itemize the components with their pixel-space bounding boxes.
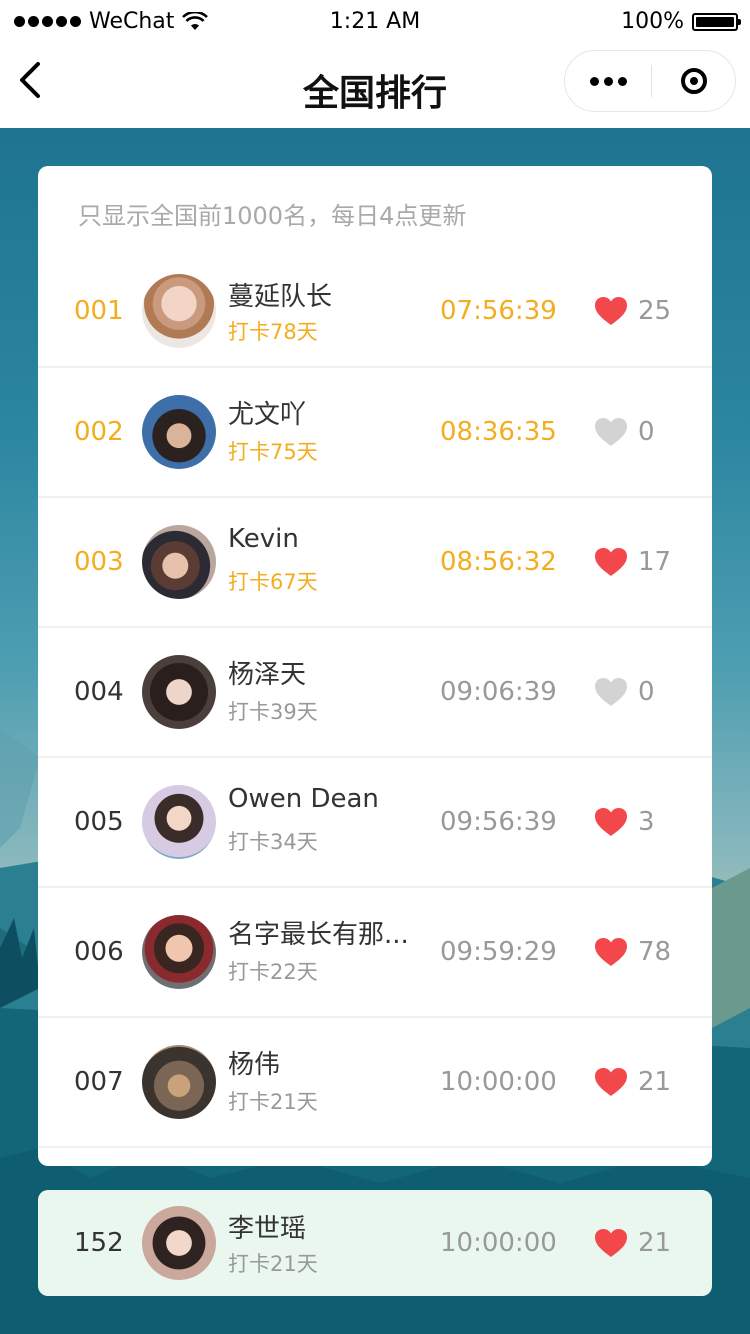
ranking-card: 只显示全国前1000名，每日4点更新 001 蔓延队长 打卡78天 07:56:… [38, 166, 712, 1166]
ranking-row[interactable]: 002 尤文吖 打卡75天 08:36:35 0 [38, 368, 712, 498]
user-name: 李世瑶 [228, 1214, 307, 1244]
rank-number: 007 [74, 1067, 124, 1097]
ranking-row[interactable]: 003 Kevin 打卡67天 08:56:32 17 [38, 498, 712, 628]
close-miniprogram-button[interactable] [652, 51, 736, 111]
status-bar: WeChat 1:21 AM 100% [0, 0, 750, 46]
ranking-row[interactable]: 007 杨伟 打卡21天 10:00:00 21 [38, 1018, 712, 1148]
checkin-days: 打卡75天 [228, 440, 318, 464]
avatar[interactable] [142, 525, 216, 599]
like-button[interactable]: 25 [594, 296, 671, 326]
like-count: 0 [638, 417, 655, 447]
checkin-time: 10:00:00 [440, 1067, 557, 1097]
user-name: Kevin [228, 524, 299, 554]
checkin-time: 09:06:39 [440, 677, 557, 707]
like-count: 78 [638, 937, 672, 967]
ranking-row[interactable]: 001 蔓延队长 打卡78天 07:56:39 25 [38, 256, 712, 368]
user-name: 杨伟 [228, 1050, 281, 1080]
like-button[interactable]: 3 [594, 807, 655, 837]
user-name: 名字最长有那... [228, 920, 409, 950]
rank-number: 005 [74, 807, 124, 837]
battery-status: 100% [621, 9, 741, 34]
heart-icon [595, 418, 627, 446]
ranking-row[interactable]: 006 名字最长有那... 打卡22天 09:59:29 78 [38, 888, 712, 1018]
like-button[interactable]: 17 [594, 547, 671, 577]
checkin-time: 09:59:29 [440, 937, 557, 967]
heart-icon [595, 678, 627, 706]
checkin-time: 08:36:35 [440, 417, 557, 447]
rank-number: 004 [74, 677, 124, 707]
checkin-days: 打卡39天 [228, 700, 318, 724]
target-icon [681, 68, 707, 94]
checkin-days: 打卡21天 [228, 1252, 318, 1276]
checkin-time: 09:56:39 [440, 807, 557, 837]
like-count: 21 [638, 1067, 672, 1097]
like-count: 21 [638, 1228, 672, 1258]
user-name: Owen Dean [228, 784, 379, 814]
ranking-row[interactable]: 004 杨泽天 打卡39天 09:06:39 0 [38, 628, 712, 758]
ranking-row[interactable]: 005 Owen Dean 打卡34天 09:56:39 3 [38, 758, 712, 888]
more-button[interactable] [565, 51, 651, 111]
checkin-days: 打卡67天 [228, 570, 318, 594]
battery-icon [692, 12, 741, 31]
avatar[interactable] [142, 1206, 216, 1280]
ranking-list: 001 蔓延队长 打卡78天 07:56:39 25 002 尤文吖 打卡75天… [38, 256, 712, 1148]
like-button[interactable]: 78 [594, 937, 671, 967]
checkin-days: 打卡34天 [228, 830, 318, 854]
rank-number: 003 [74, 547, 124, 577]
avatar[interactable] [142, 395, 216, 469]
rank-number: 002 [74, 417, 124, 447]
checkin-time: 07:56:39 [440, 296, 557, 326]
battery-percent: 100% [621, 9, 684, 34]
heart-icon [595, 1229, 627, 1257]
like-count: 3 [638, 807, 655, 837]
avatar[interactable] [142, 915, 216, 989]
avatar[interactable] [142, 785, 216, 859]
like-button[interactable]: 21 [594, 1228, 671, 1258]
like-button[interactable]: 0 [594, 417, 655, 447]
ranking-notice: 只显示全国前1000名，每日4点更新 [78, 202, 467, 230]
like-count: 17 [638, 547, 672, 577]
more-dots-icon [589, 76, 599, 86]
user-name: 尤文吖 [228, 400, 307, 430]
checkin-days: 打卡21天 [228, 1090, 318, 1114]
heart-icon [595, 548, 627, 576]
avatar[interactable] [142, 655, 216, 729]
checkin-time: 10:00:00 [440, 1228, 557, 1258]
like-button[interactable]: 0 [594, 677, 655, 707]
user-name: 杨泽天 [228, 660, 307, 690]
user-name: 蔓延队长 [228, 282, 333, 312]
nav-bar: 全国排行 [0, 46, 750, 128]
like-button[interactable]: 21 [594, 1067, 671, 1097]
heart-icon [595, 938, 627, 966]
rank-number: 152 [74, 1228, 124, 1258]
checkin-days: 打卡78天 [228, 320, 318, 344]
avatar[interactable] [142, 274, 216, 348]
like-count: 25 [638, 296, 672, 326]
my-rank-bar[interactable]: 152 李世瑶 打卡21天 10:00:00 21 [38, 1190, 712, 1296]
rank-number: 001 [74, 296, 124, 326]
avatar[interactable] [142, 1045, 216, 1119]
heart-icon [595, 808, 627, 836]
mini-program-capsule [564, 50, 736, 112]
heart-icon [595, 297, 627, 325]
heart-icon [595, 1068, 627, 1096]
rank-number: 006 [74, 937, 124, 967]
checkin-time: 08:56:32 [440, 547, 557, 577]
checkin-days: 打卡22天 [228, 960, 318, 984]
like-count: 0 [638, 677, 655, 707]
